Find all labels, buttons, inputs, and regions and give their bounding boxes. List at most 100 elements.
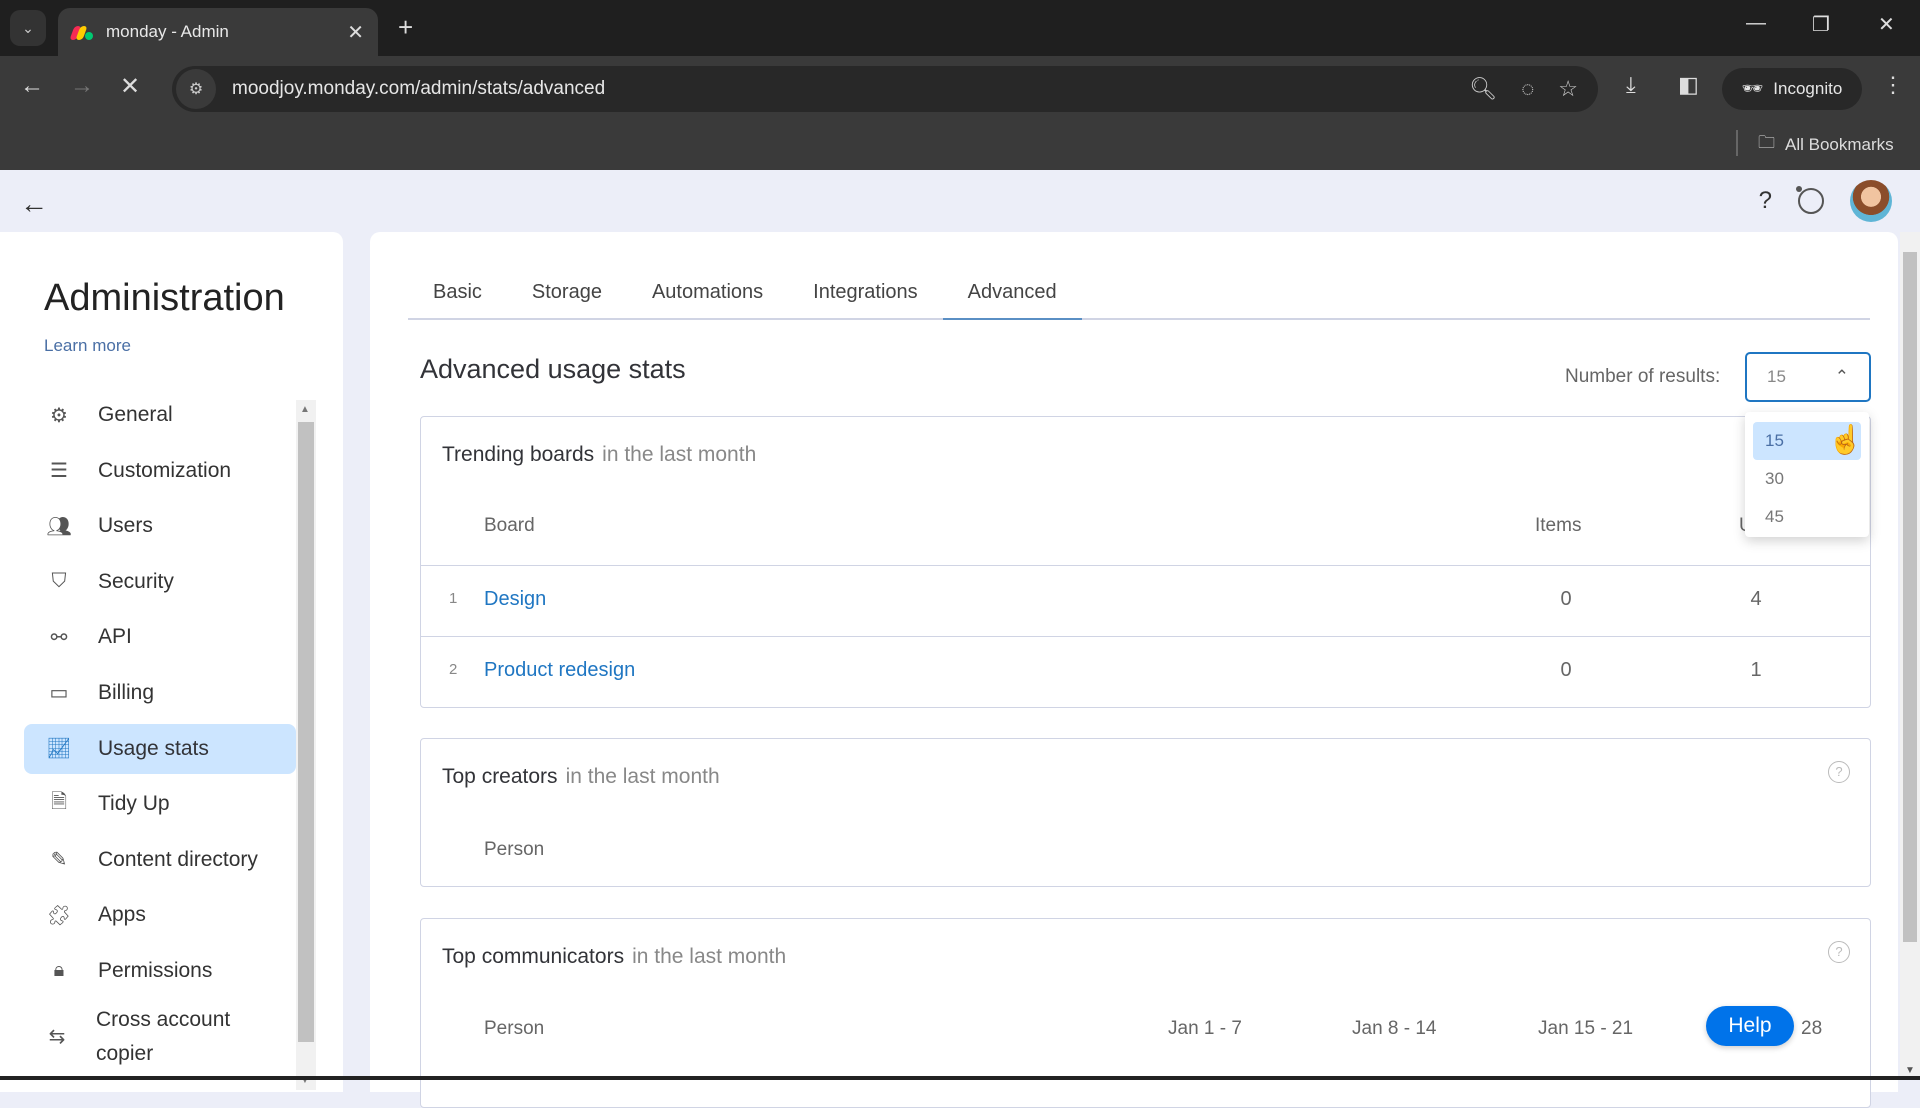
scrollbar-thumb[interactable] xyxy=(1903,252,1917,942)
results-count-select[interactable]: 15 ⌃ xyxy=(1745,352,1871,402)
sidebar-item-label: Tidy Up xyxy=(98,792,170,816)
chevron-up-icon: ⌃ xyxy=(1834,367,1849,386)
back-icon[interactable]: ← xyxy=(20,72,44,100)
sidebar-item-tidy-up[interactable]: 🗎 Tidy Up xyxy=(24,779,296,829)
address-bar[interactable]: ⚙ moodjoy.monday.com/admin/stats/advance… xyxy=(172,66,1598,112)
column-header-week-2: Jan 8 - 14 xyxy=(1352,1018,1437,1039)
eye-off-icon[interactable]: ◌ xyxy=(1521,76,1534,102)
sidebar-item-label: Customization xyxy=(98,458,232,482)
card-subtitle: in the last month xyxy=(602,443,757,466)
tab-search-button[interactable]: ⌄ xyxy=(10,10,46,46)
sidebar-item-general[interactable]: ⚙ General xyxy=(24,390,296,440)
tab-automations[interactable]: Automations xyxy=(627,272,788,320)
users-icon: 👥︎ xyxy=(46,515,72,538)
sidebar-item-api[interactable]: ⚯ API xyxy=(24,612,296,662)
sidebar-item-apps[interactable]: 🧩︎ Apps xyxy=(24,890,296,940)
stop-loading-icon[interactable]: ✕ xyxy=(120,72,140,101)
updates-value: 1 xyxy=(1750,659,1762,681)
sidebar-item-customization[interactable]: ☰ Customization xyxy=(24,446,296,496)
swap-icon: ⇆ xyxy=(48,1025,66,1048)
items-value: 0 xyxy=(1560,659,1572,681)
bookmarks-bar: 🗀 All Bookmarks xyxy=(0,120,1920,170)
stats-tabs: Basic Storage Automations Integrations A… xyxy=(408,272,1870,320)
sidebar-item-usage-stats[interactable]: 📈︎ Usage stats xyxy=(24,723,296,774)
gear-icon: ⚙ xyxy=(50,404,68,427)
menu-icon[interactable]: ⋮ xyxy=(1882,72,1904,98)
site-settings-icon[interactable]: ⚙ xyxy=(176,69,216,109)
api-icon: ⚯ xyxy=(50,626,68,649)
divider xyxy=(1736,130,1738,156)
sidebar-item-label: API xyxy=(98,625,132,649)
close-tab-icon[interactable]: ✕ xyxy=(347,20,364,45)
sidebar-item-users[interactable]: 👥︎ Users xyxy=(24,501,296,551)
option-30[interactable]: 30 xyxy=(1753,460,1861,498)
side-panel-icon[interactable]: ◧ xyxy=(1678,72,1699,98)
column-header-board: Board xyxy=(484,515,535,536)
lock-icon: 🔒︎ xyxy=(53,959,65,982)
page-title: Advanced usage stats xyxy=(420,354,686,384)
board-link[interactable]: Design xyxy=(484,588,546,611)
tab-integrations[interactable]: Integrations xyxy=(788,272,943,320)
all-bookmarks-label: All Bookmarks xyxy=(1785,134,1894,154)
sidebar-item-permissions[interactable]: 🔒︎ Permissions xyxy=(24,946,296,996)
all-bookmarks-button[interactable]: 🗀 All Bookmarks xyxy=(1758,130,1894,159)
new-tab-button[interactable]: + xyxy=(398,12,413,43)
incognito-badge[interactable]: 🕶︎ Incognito xyxy=(1722,68,1862,110)
taskbar-edge xyxy=(0,1076,1920,1080)
admin-sidebar: Administration Learn more ⚙ General ☰ Cust… xyxy=(0,232,343,1092)
close-window-icon[interactable]: ✕ xyxy=(1878,12,1895,37)
sidebar-item-label: Content directory xyxy=(98,847,258,871)
column-header-person: Person xyxy=(484,1018,545,1039)
column-header-week-4: 28 xyxy=(1801,1018,1823,1039)
restore-icon[interactable]: ❐ xyxy=(1812,12,1830,37)
row-index: 1 xyxy=(449,590,458,607)
scrollbar-thumb[interactable] xyxy=(298,422,314,1042)
url-text[interactable]: moodjoy.monday.com/admin/stats/advanced xyxy=(232,78,605,100)
sidebar-scrollbar[interactable]: ▲ ▼ xyxy=(296,400,316,1090)
card-subtitle: in the last month xyxy=(632,945,787,968)
zoom-icon[interactable]: 🔍︎ xyxy=(1469,76,1497,102)
help-icon[interactable]: ? xyxy=(1759,187,1772,215)
shield-icon: ⛉ xyxy=(51,570,67,593)
shredder-icon: 🗎 xyxy=(50,791,68,814)
results-count-label: Number of results: xyxy=(1565,366,1721,387)
forward-icon[interactable]: → xyxy=(70,72,94,100)
sidebar-item-label: General xyxy=(98,403,173,426)
items-value: 0 xyxy=(1560,588,1572,610)
sidebar-item-billing[interactable]: ▭ Billing xyxy=(24,668,296,718)
option-45[interactable]: 45 xyxy=(1753,498,1861,536)
minimize-icon[interactable]: — xyxy=(1746,12,1766,35)
card-subtitle: in the last month xyxy=(565,765,720,788)
info-icon[interactable]: ? xyxy=(1828,941,1850,963)
download-icon[interactable]: ⤓ xyxy=(1626,72,1636,98)
credit-card-icon: ▭ xyxy=(49,682,69,705)
sliders-icon: ☰ xyxy=(50,460,68,483)
sidebar-item-label: Billing xyxy=(98,680,155,704)
browser-tab[interactable]: monday - Admin ✕ xyxy=(58,8,378,56)
incognito-icon: 🕶︎ xyxy=(1741,79,1764,98)
sidebar-item-cross-account-copier[interactable]: ⇆ Cross account copier xyxy=(24,1002,296,1072)
star-icon[interactable]: ☆ xyxy=(1558,76,1578,102)
sidebar-title: Administration xyxy=(44,277,285,319)
info-icon[interactable]: ? xyxy=(1828,761,1850,783)
sidebar-item-label: Apps xyxy=(98,903,146,927)
board-link[interactable]: Product redesign xyxy=(484,659,635,682)
back-arrow-icon[interactable]: ← xyxy=(20,188,48,220)
card-title-text: Top communicators xyxy=(442,945,625,968)
scroll-up-icon[interactable]: ▲ xyxy=(300,404,310,415)
sidebar-item-label: Security xyxy=(98,569,174,593)
sidebar-item-content-directory[interactable]: ✎ Content directory xyxy=(24,835,296,885)
page-scrollbar[interactable]: ▼ xyxy=(1900,232,1920,1080)
tab-basic[interactable]: Basic xyxy=(408,272,507,320)
sidebar-item-security[interactable]: ⛉ Security xyxy=(24,557,296,607)
learn-more-link[interactable]: Learn more xyxy=(44,336,131,356)
help-button[interactable]: Help xyxy=(1706,1006,1794,1046)
doc-edit-icon: ✎ xyxy=(50,849,68,872)
trending-boards-card: Trending boards in the last month Board I… xyxy=(420,416,1871,708)
tab-storage[interactable]: Storage xyxy=(507,272,627,320)
scroll-down-icon[interactable]: ▼ xyxy=(1905,1065,1915,1076)
avatar[interactable] xyxy=(1850,180,1892,222)
puzzle-icon: 🧩︎ xyxy=(46,904,72,927)
tab-advanced[interactable]: Advanced xyxy=(942,272,1082,320)
notifications-icon[interactable] xyxy=(1796,186,1824,214)
